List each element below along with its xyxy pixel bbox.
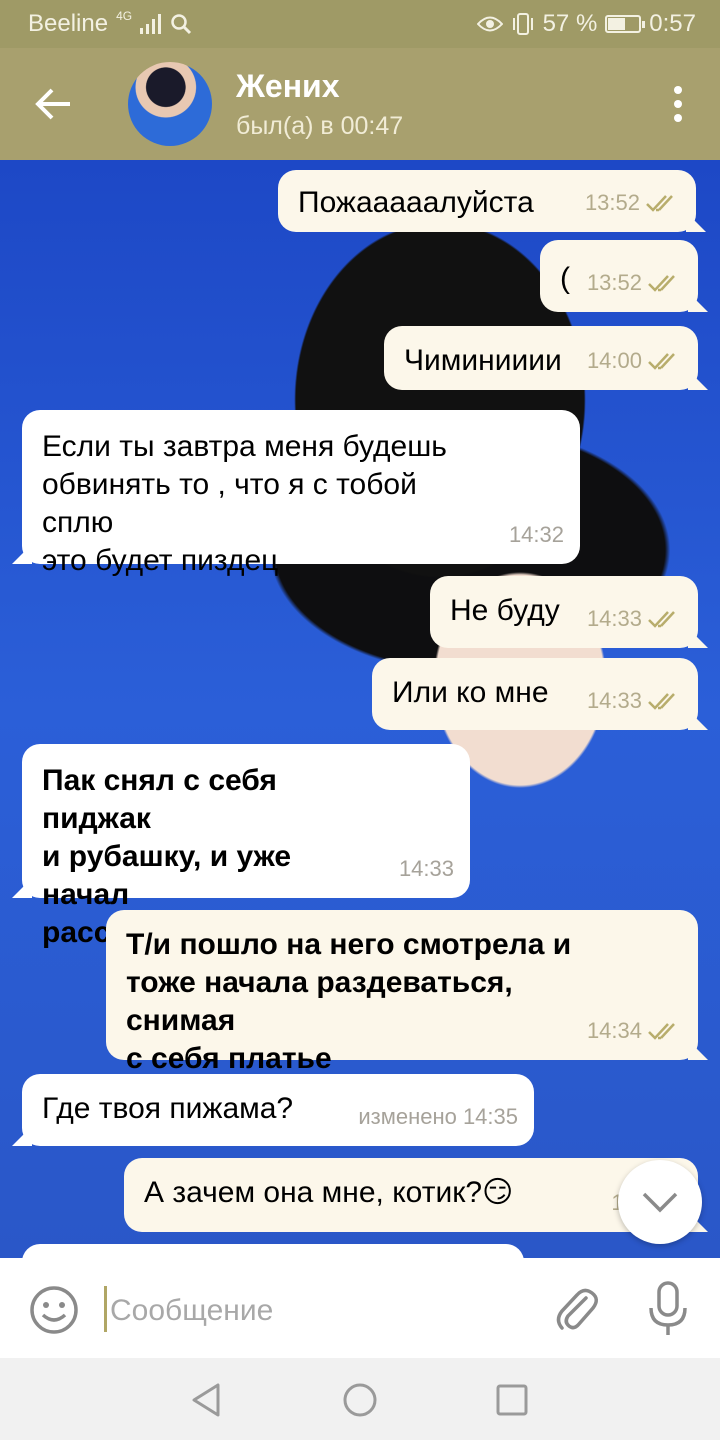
vibrate-icon: [512, 13, 533, 35]
message-bubble-out[interactable]: Чиминииии 14:00: [384, 326, 698, 390]
nav-home-icon[interactable]: [340, 1380, 380, 1420]
message-meta: 14:33: [587, 682, 682, 720]
message-time: 14:33: [398, 856, 454, 881]
battery-fill: [608, 18, 626, 30]
system-nav-bar: [0, 1358, 720, 1440]
message-text: Не буду: [450, 594, 560, 627]
message-bubble-in[interactable]: Если ты завтра меня будешь обвинять то ,…: [22, 410, 580, 577]
contact-name[interactable]: Жених: [236, 68, 340, 105]
text-caret: [104, 1286, 107, 1332]
status-right: 57 % 0:57: [476, 10, 696, 38]
last-seen-status: был(а) в 00:47: [236, 112, 404, 140]
message-bubble-in[interactable]: Где твоя пижама? изменено 14:35: [22, 1074, 534, 1146]
carrier-label: Beeline: [28, 10, 109, 37]
message-time: 14:34: [586, 1018, 642, 1043]
double-check-icon: [648, 1023, 675, 1040]
message-text: Или ко мне: [392, 676, 549, 709]
more-vert-icon[interactable]: [672, 86, 684, 126]
search-icon: [171, 14, 192, 35]
message-meta: 13:52: [585, 184, 680, 222]
battery-icon: [605, 15, 646, 33]
message-bubble-out[interactable]: Не буду 14:33: [430, 576, 698, 648]
message-meta: 14:33: [587, 600, 682, 638]
composer-bar: [0, 1258, 720, 1358]
message-bubble-out[interactable]: (13:52: [540, 240, 698, 312]
message-text: Где твоя пижама?: [42, 1092, 294, 1125]
message-time: 14:33: [586, 688, 642, 713]
back-arrow-icon[interactable]: [30, 80, 78, 128]
message-time: 13:52: [586, 270, 642, 295]
signal-icon: [140, 14, 162, 34]
eye-icon: [476, 16, 503, 32]
chevron-down-icon: [642, 1192, 678, 1213]
clock: 0:57: [649, 10, 696, 37]
mic-icon[interactable]: [646, 1280, 690, 1338]
status-left: Beeline 4G: [28, 9, 192, 38]
message-meta: 14:32: [509, 516, 564, 554]
message-bubble-out[interactable]: Или ко мне 14:33: [372, 658, 698, 730]
message-text: Если ты завтра меня будешь обвинять то ,…: [42, 430, 447, 577]
message-meta: 14:33: [399, 850, 454, 888]
message-text: (: [560, 262, 570, 295]
message-bubble-out[interactable]: Пожааааалуйста 13:52: [278, 170, 696, 232]
double-check-icon: [648, 353, 675, 370]
message-time: 14:33: [586, 606, 642, 631]
status-bar: Beeline 4G 57 % 0:57: [0, 0, 720, 48]
nav-recents-icon[interactable]: [492, 1380, 532, 1420]
message-time: 13:52: [584, 190, 640, 215]
scroll-down-button[interactable]: [618, 1160, 702, 1244]
attach-icon[interactable]: [552, 1284, 600, 1336]
avatar[interactable]: [128, 62, 212, 146]
emoji-icon[interactable]: [28, 1284, 80, 1336]
message-time: 14:00: [586, 348, 642, 373]
double-check-icon: [648, 275, 675, 292]
message-text: А зачем она мне, котик?😏: [144, 1176, 514, 1209]
message-bubble-out[interactable]: А зачем она мне, котик?😏14:: [124, 1158, 698, 1232]
double-check-icon: [646, 195, 673, 212]
message-meta: изменено 14:35: [358, 1098, 518, 1136]
nav-back-icon[interactable]: [186, 1380, 226, 1420]
partial-message-bubble[interactable]: [22, 1244, 524, 1258]
message-text: Чиминииии: [404, 344, 562, 377]
double-check-icon: [648, 693, 675, 710]
double-check-icon: [648, 611, 675, 628]
message-bubble-in[interactable]: Пак снял с себя пиджак и рубашку, и уже …: [22, 744, 470, 949]
message-meta: 14:00: [587, 342, 682, 380]
battery-percent: 57 %: [542, 10, 598, 37]
message-input[interactable]: [108, 1288, 532, 1334]
message-text: Т/и пошло на него смотрела и тоже начала…: [126, 928, 572, 1075]
message-meta: 14:34: [587, 1012, 682, 1050]
message-text: Пожааааалуйста: [298, 186, 534, 219]
message-meta: 13:52: [587, 264, 682, 302]
chat-header: Жених был(а) в 00:47: [0, 48, 720, 160]
message-time: 14:32: [508, 522, 564, 547]
message-list[interactable]: Пожааааалуйста 13:52(13:52 Чиминииии 14:00 Е…: [0, 160, 720, 1258]
message-time: изменено 14:35: [358, 1104, 518, 1129]
network-label: 4G: [116, 9, 133, 23]
message-bubble-out[interactable]: Т/и пошло на него смотрела и тоже начала…: [106, 910, 698, 1075]
